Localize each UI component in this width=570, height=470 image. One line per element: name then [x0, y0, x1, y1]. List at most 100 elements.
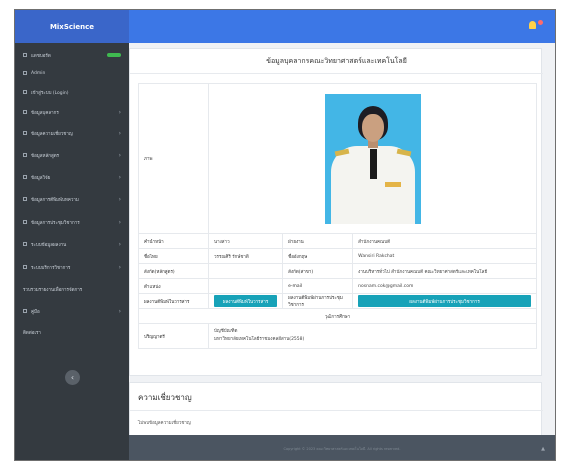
conference-publish-label: ผลงานตีพิมพ์ผ่านการประชุมวิชาการ — [282, 293, 354, 309]
sidebar-item-manual[interactable]: คู่มือ › — [15, 302, 129, 320]
degree-value: บัญชีบัณฑิต มหาวิทยาลัยเทคโนโลยีราชมงคลอ… — [208, 323, 537, 349]
sidebar-item-expertise[interactable]: ข้อมูลความเชี่ยวชาญ › — [15, 124, 129, 142]
prefix-label: คำนำหน้า — [138, 233, 209, 249]
profile-card: ข้อมูลบุคลากรคณะวิทยาศาสตร์และเทคโนโลยี … — [129, 48, 543, 376]
thai-name-label: ชื่อไทย — [138, 248, 209, 264]
sidebar-item-label: ข้อมูลการตีพิมพ์บทความ — [31, 197, 79, 203]
document-icon — [23, 197, 27, 201]
journal-publications-button[interactable]: ผลงานตีพิมพ์ในวารสาร — [214, 295, 278, 307]
sidebar-item-label: ข้อมูลความเชี่ยวชาญ — [31, 131, 73, 137]
english-name-value: Wansiri Rakchat — [352, 248, 537, 264]
sidebar-item-label: แดชบอร์ด — [31, 53, 51, 59]
sidebar-item-academic-service[interactable]: ระบบบริการวิชาการ › — [15, 258, 129, 276]
user-icon — [23, 71, 27, 75]
sidebar-item-personnel[interactable]: ข้อมูลบุคลากร › — [15, 103, 129, 121]
degree-name: บัญชีบัณฑิต — [214, 329, 238, 334]
chevron-right-icon: › — [118, 240, 121, 248]
sidebar-item-login[interactable]: เข้าสู่ระบบ (Login) — [15, 83, 129, 101]
table-row: ตำแหน่ง e-mail nosnam.cok@gmail.com — [138, 278, 537, 294]
notification-badge — [538, 19, 543, 25]
chevron-right-icon: › — [118, 129, 121, 137]
sidebar-item-label: ระบบบริการวิชาการ — [31, 265, 71, 271]
sidebar-item-label: ข้อมูลการประชุมวิชาการ — [31, 220, 80, 226]
education-header: วุฒิการศึกษา — [138, 308, 537, 324]
chevron-right-icon: › — [118, 218, 121, 226]
expertise-empty-text: ไม่พบข้อมูลความเชี่ยวชาญ — [138, 421, 191, 426]
photo-label: ภาพ — [138, 83, 209, 234]
app-window: MixScience แดชบอร์ด Admin เข้าสู่ระบบ (L… — [14, 9, 556, 461]
degree-university: มหาวิทยาลัยเทคโนโลยีราชมงคลอีสาน(2558) — [214, 337, 305, 342]
thai-name-value: วรรณศิริ รักษ์ชาติ — [207, 248, 284, 264]
footer: Copyright © 2023 คณะวิทยาศาสตร์และเทคโนโ… — [129, 435, 555, 460]
chevron-right-icon: › — [118, 108, 121, 116]
new-badge — [107, 53, 121, 57]
flask-icon — [23, 175, 27, 179]
copyright-text: Copyright © 2023 คณะวิทยาศาสตร์และเทคโนโ… — [283, 446, 401, 451]
position-value — [207, 278, 284, 294]
expertise-card: ความเชี่ยวชาญ ไม่พบข้อมูลความเชี่ยวชาญ — [129, 382, 543, 436]
people-icon — [23, 110, 27, 114]
sidebar-item-label: ระบบข้อมูลผลงาน — [31, 242, 67, 248]
expertise-title: ความเชี่ยวชาญ — [138, 393, 192, 402]
book-icon — [23, 153, 27, 157]
bell-icon[interactable] — [529, 21, 536, 29]
scroll-up-icon[interactable]: ▲ — [541, 446, 545, 452]
sidebar-item-conference[interactable]: ข้อมูลการประชุมวิชาการ › — [15, 213, 129, 231]
chevron-right-icon: › — [118, 151, 121, 159]
branch-value: งานบริหารทั่วไป สำนักงานคณบดี คณะวิทยาศา… — [352, 263, 537, 279]
sidebar-item-dashboard[interactable]: แดชบอร์ด — [15, 46, 129, 64]
sidebar-item-label: ข้อมูลหลักสูตร — [31, 153, 60, 159]
sidebar-item-contact[interactable]: ติดต่อเรา — [15, 323, 129, 341]
sidebar-item-label: เข้าสู่ระบบ (Login) — [31, 90, 69, 96]
degree-label: ปริญญาตรี — [138, 323, 209, 349]
table-row: ชื่อไทย วรรณศิริ รักษ์ชาติ ชื่ออังกฤษ Wa… — [138, 248, 537, 264]
journal-publish-label: ผลงานตีพิมพ์ในวารสาร — [138, 293, 209, 309]
table-row: วุฒิการศึกษา — [138, 308, 537, 324]
program-label: สังกัด(หลักสูตร) — [138, 263, 209, 279]
divider — [130, 410, 543, 411]
sidebar-item-label: รวบรวมรายงานเพื่อการจัดการ — [23, 287, 83, 293]
folder-icon — [23, 242, 27, 246]
chevron-right-icon: › — [118, 195, 121, 203]
sidebar-item-publications[interactable]: ข้อมูลการตีพิมพ์บทความ › — [15, 190, 129, 208]
table-row: คำนำหน้า นางสาว ฝ่ายงาน สำนักงานคณบดี — [138, 233, 537, 249]
service-icon — [23, 265, 27, 269]
sidebar-item-admin[interactable]: Admin — [15, 64, 129, 82]
photo-cell — [208, 83, 537, 234]
sidebar-item-research[interactable]: ข้อมูลวิจัย › — [15, 168, 129, 186]
profile-photo — [324, 93, 421, 224]
login-icon — [23, 90, 27, 94]
profile-table: ภาพ คำนำหน้า นางสาว ฝ่ายงาน สำนักงานคณบด… — [138, 83, 537, 349]
page-title: ข้อมูลบุคลากรคณะวิทยาศาสตร์และเทคโนโลยี — [130, 49, 543, 74]
sidebar-toggle-button[interactable]: ‹ — [65, 370, 80, 385]
star-icon — [23, 131, 27, 135]
prefix-value: นางสาว — [207, 233, 284, 249]
sidebar-item-label: ติดต่อเรา — [23, 330, 41, 336]
sidebar: แดชบอร์ด Admin เข้าสู่ระบบ (Login) ข้อมู… — [15, 43, 129, 460]
email-value: nosnam.cok@gmail.com — [352, 278, 537, 294]
chevron-right-icon: › — [118, 173, 121, 181]
table-row: สังกัด(หลักสูตร) สังกัด(สาขา) งานบริหารท… — [138, 263, 537, 279]
branch-label: สังกัด(สาขา) — [282, 263, 354, 279]
department-label: ฝ่ายงาน — [282, 233, 354, 249]
chevron-left-icon: ‹ — [70, 373, 75, 382]
table-row: ภาพ — [138, 83, 537, 234]
email-label: e-mail — [282, 278, 354, 294]
conference-publications-button[interactable]: ผลงานตีพิมพ์ผ่านการประชุมวิชาการ — [358, 295, 531, 307]
dashboard-icon — [23, 53, 27, 57]
brand-logo[interactable]: MixScience — [15, 10, 129, 43]
manual-icon — [23, 309, 27, 313]
sidebar-item-label: ข้อมูลวิจัย — [31, 175, 51, 181]
sidebar-item-label: คู่มือ — [31, 309, 40, 315]
program-value — [207, 263, 284, 279]
sidebar-item-curriculum[interactable]: ข้อมูลหลักสูตร › — [15, 146, 129, 164]
notification-area[interactable] — [529, 19, 543, 29]
chevron-right-icon: › — [118, 307, 121, 315]
chevron-right-icon: › — [118, 263, 121, 271]
top-navbar: MixScience — [15, 10, 555, 43]
presentation-icon — [23, 220, 27, 224]
journal-button-cell: ผลงานตีพิมพ์ในวารสาร — [207, 293, 284, 309]
sidebar-item-works[interactable]: ระบบข้อมูลผลงาน › — [15, 235, 129, 253]
department-value: สำนักงานคณบดี — [352, 233, 537, 249]
sidebar-item-reports[interactable]: รวบรวมรายงานเพื่อการจัดการ — [15, 280, 129, 298]
